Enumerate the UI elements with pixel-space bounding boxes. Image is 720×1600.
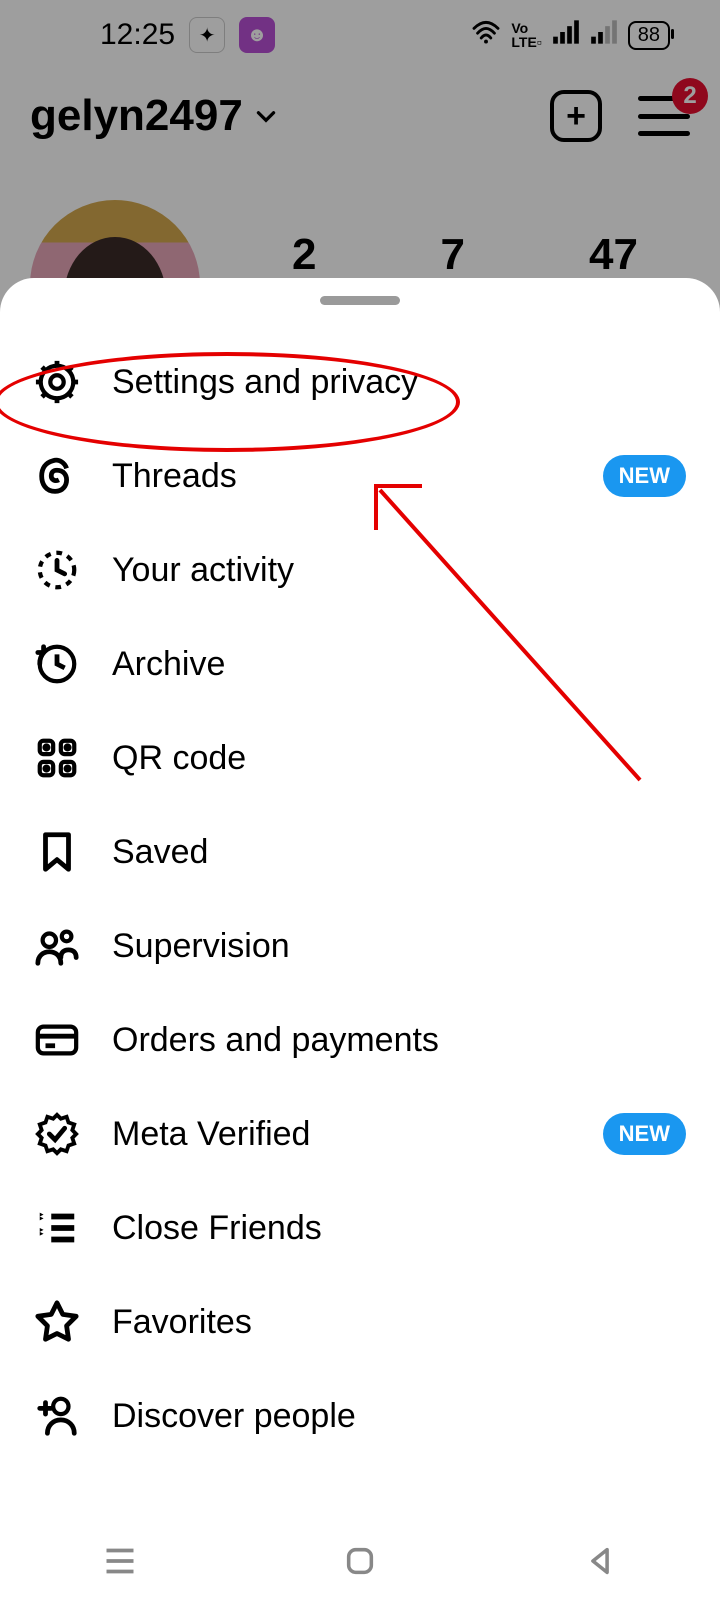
menu-item-label: Archive — [112, 645, 686, 684]
menu-item-gear[interactable]: Settings and privacy — [34, 335, 686, 429]
menu-item-card[interactable]: Orders and payments — [34, 993, 686, 1087]
new-badge: NEW — [603, 455, 686, 497]
card-icon — [34, 1017, 80, 1063]
new-badge: NEW — [603, 1113, 686, 1155]
qr-icon — [34, 735, 80, 781]
nav-home-button[interactable] — [335, 1541, 385, 1581]
menu-item-label: Favorites — [112, 1303, 686, 1342]
archive-icon — [34, 641, 80, 687]
nav-recents-button[interactable] — [95, 1541, 145, 1581]
system-nav-bar — [0, 1522, 720, 1600]
menu-item-supervision[interactable]: Supervision — [34, 899, 686, 993]
supervision-icon — [34, 923, 80, 969]
sheet-grabber[interactable] — [320, 296, 400, 305]
gear-icon — [34, 359, 80, 405]
menu-item-archive[interactable]: Archive — [34, 617, 686, 711]
closefriends-icon — [34, 1205, 80, 1251]
menu-item-label: Meta Verified — [112, 1115, 571, 1154]
menu-item-label: Your activity — [112, 551, 686, 590]
menu-item-bookmark[interactable]: Saved — [34, 805, 686, 899]
menu-item-threads[interactable]: Threads NEW — [34, 429, 686, 523]
menu-item-closefriends[interactable]: Close Friends — [34, 1181, 686, 1275]
bottom-sheet: Settings and privacy Threads NEW Your activ… — [0, 278, 720, 1600]
threads-icon — [34, 453, 80, 499]
menu-item-label: Orders and payments — [112, 1021, 686, 1060]
menu-item-activity[interactable]: Your activity — [34, 523, 686, 617]
verified-icon — [34, 1111, 80, 1157]
menu-item-discover[interactable]: Discover people — [34, 1369, 686, 1463]
menu-item-label: Threads — [112, 457, 571, 496]
nav-back-button[interactable] — [575, 1541, 625, 1581]
menu-item-label: Close Friends — [112, 1209, 686, 1248]
menu-item-star[interactable]: Favorites — [34, 1275, 686, 1369]
activity-icon — [34, 547, 80, 593]
menu-item-verified[interactable]: Meta Verified NEW — [34, 1087, 686, 1181]
menu-item-label: Supervision — [112, 927, 686, 966]
discover-icon — [34, 1393, 80, 1439]
menu-item-label: Discover people — [112, 1397, 686, 1436]
menu-item-label: Settings and privacy — [112, 363, 686, 402]
bookmark-icon — [34, 829, 80, 875]
menu-item-label: QR code — [112, 739, 686, 778]
star-icon — [34, 1299, 80, 1345]
menu-item-qr[interactable]: QR code — [34, 711, 686, 805]
menu-item-label: Saved — [112, 833, 686, 872]
